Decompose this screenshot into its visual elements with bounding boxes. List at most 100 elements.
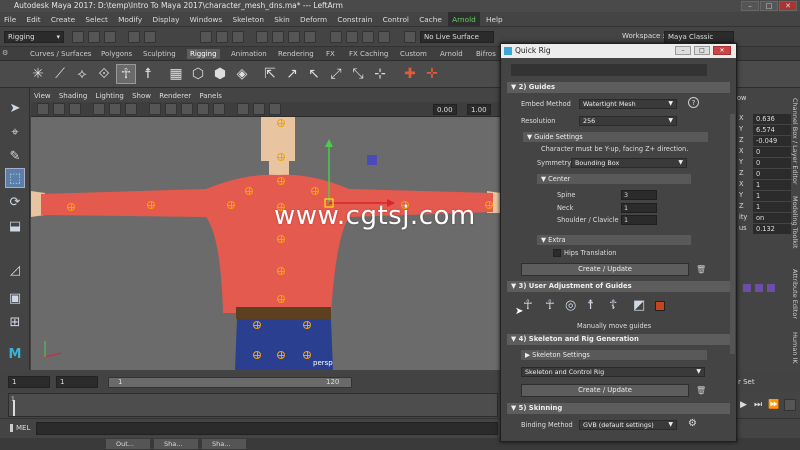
lattice-icon[interactable]: ▦	[166, 64, 186, 84]
play-forward-icon[interactable]: ▶	[740, 400, 747, 410]
time-slider[interactable]: 1	[8, 393, 498, 417]
mirror-guides-right-icon[interactable]: ☥	[545, 298, 555, 313]
section-center[interactable]: ▼ Center	[537, 174, 691, 184]
taskbar-outliner[interactable]: Out...	[106, 439, 150, 449]
taskbar-shader-1[interactable]: Sha...	[154, 439, 198, 449]
xray-joints-icon[interactable]	[269, 103, 281, 115]
playback-start-field[interactable]: 1	[56, 376, 98, 388]
guide-spine-2[interactable]	[277, 235, 285, 243]
layer-icon[interactable]	[755, 284, 763, 292]
skeleton-type-dropdown[interactable]: Skeleton and Control Rig ▼	[521, 367, 705, 377]
section-skeleton-settings[interactable]: ▶ Skeleton Settings	[521, 350, 707, 360]
workspace-dropdown[interactable]: Maya Classic	[664, 31, 734, 43]
taskbar-shader-2[interactable]: Sha...	[202, 439, 246, 449]
live-surface-field[interactable]: No Live Surface	[420, 31, 494, 43]
maximize-button[interactable]: □	[760, 1, 778, 11]
guide-shoulder-right[interactable]	[227, 201, 235, 209]
create-update-skeleton-button[interactable]: Create / Update	[521, 384, 689, 397]
ik-handle-icon[interactable]: ⟋	[50, 64, 70, 84]
tab-attribute-editor[interactable]: Attribute Editor	[785, 262, 799, 326]
menu-constrain[interactable]: Constrain	[333, 12, 376, 27]
remove-locator-icon[interactable]: ✛	[422, 64, 442, 84]
parent-constraint-icon[interactable]: ⤡	[348, 64, 368, 84]
section-skeleton-gen[interactable]: ▼ 4) Skeleton and Rig Generation	[507, 334, 730, 345]
guide-clavicle-right[interactable]	[245, 187, 253, 195]
layer-icon[interactable]	[767, 284, 775, 292]
snap-plane-icon[interactable]	[304, 31, 316, 43]
save-scene-icon[interactable]	[104, 31, 116, 43]
qr-scrollbar[interactable]	[730, 114, 735, 354]
pole-vector-icon[interactable]: ⊹	[370, 64, 390, 84]
open-scene-icon[interactable]	[88, 31, 100, 43]
tab-animation[interactable]: Animation	[231, 49, 267, 59]
trash-icon[interactable]: 🗑	[696, 386, 706, 395]
smooth-shade-icon[interactable]	[165, 103, 177, 115]
textured-icon[interactable]	[181, 103, 193, 115]
guide-wrist-right[interactable]	[67, 203, 75, 211]
current-time-marker[interactable]	[13, 400, 15, 416]
select-guides-icon[interactable]: ◎	[565, 298, 576, 313]
section-guides[interactable]: ▼ 2) Guides	[507, 82, 730, 93]
menu-cache[interactable]: Cache	[415, 12, 446, 27]
layer-icon[interactable]	[743, 284, 751, 292]
spine-count-field[interactable]: 3	[621, 190, 657, 200]
menu-edit[interactable]: Edit	[22, 12, 44, 27]
vp-menu-show[interactable]: Show	[129, 91, 154, 102]
quick-rig-titlebar[interactable]: Quick Rig – □ ✕	[501, 44, 736, 58]
guide-move-icon[interactable]: ◩	[633, 298, 645, 313]
history-icon[interactable]	[330, 31, 342, 43]
command-input[interactable]	[36, 422, 498, 435]
menu-create[interactable]: Create	[47, 12, 79, 27]
select-object-icon[interactable]	[216, 31, 228, 43]
vp-menu-shading[interactable]: Shading	[56, 91, 90, 102]
wire-icon[interactable]: ◈	[232, 64, 252, 84]
embed-method-dropdown[interactable]: Watertight Mesh ▼	[579, 99, 677, 109]
guide-knee-left[interactable]	[303, 351, 311, 359]
new-scene-icon[interactable]	[72, 31, 84, 43]
snap-point-icon[interactable]	[288, 31, 300, 43]
close-button[interactable]: ✕	[779, 1, 797, 11]
snap-curve-icon[interactable]	[272, 31, 284, 43]
neck-count-field[interactable]: 1	[621, 203, 657, 213]
menu-control[interactable]: Control	[379, 12, 413, 27]
tab-bifrost[interactable]: Bifros	[476, 49, 496, 59]
guide-clavicle-left[interactable]	[311, 187, 319, 195]
guide-hip-right[interactable]	[253, 321, 261, 329]
menu-arnold[interactable]: Arnold	[448, 12, 480, 27]
joint-tool-icon[interactable]: ✳	[28, 64, 48, 84]
bookmark-icon[interactable]	[69, 103, 81, 115]
cluster-icon[interactable]: ⬡	[188, 64, 208, 84]
menu-file[interactable]: File	[0, 12, 20, 27]
playback-options-icon[interactable]	[784, 399, 796, 411]
character-selector[interactable]	[511, 64, 707, 76]
four-view-icon[interactable]: ⊞	[5, 312, 25, 332]
bind-skin-icon[interactable]: ⟐	[94, 64, 114, 84]
qr-close-button[interactable]: ✕	[713, 46, 731, 55]
guide-hip-left[interactable]	[303, 321, 311, 329]
vp-menu-view[interactable]: View	[31, 91, 54, 102]
viewport-3d[interactable]: persp	[31, 117, 501, 370]
guide-knee-right[interactable]	[253, 351, 261, 359]
range-start-field[interactable]: 1	[8, 376, 50, 388]
tab-channel-box[interactable]: Channel Box / Layer Editor	[785, 96, 799, 186]
help-icon[interactable]: ?	[688, 97, 699, 108]
ipr-icon[interactable]	[362, 31, 374, 43]
wireframe-icon[interactable]	[149, 103, 161, 115]
tab-sculpting[interactable]: Sculpting	[143, 49, 176, 59]
menu-deform[interactable]: Deform	[296, 12, 331, 27]
select-component-icon[interactable]	[232, 31, 244, 43]
tab-modeling-toolkit[interactable]: Modeling Toolkit	[785, 190, 799, 254]
vp-menu-panels[interactable]: Panels	[196, 91, 225, 102]
film-gate-icon[interactable]	[109, 103, 121, 115]
single-view-icon[interactable]: ▣	[5, 288, 25, 308]
snap-grid-icon[interactable]	[256, 31, 268, 43]
lasso-tool-icon[interactable]: ⌖	[5, 122, 25, 142]
guide-visibility-icon[interactable]: ☨	[587, 298, 594, 313]
section-skinning[interactable]: ▼ 5) Skinning	[507, 403, 730, 414]
tab-polygons[interactable]: Polygons	[101, 49, 132, 59]
shelf-settings-icon[interactable]: ⚙	[2, 49, 8, 57]
range-slider[interactable]	[108, 377, 352, 388]
vp-menu-renderer[interactable]: Renderer	[156, 91, 194, 102]
shadows-icon[interactable]	[213, 103, 225, 115]
ik-spline-icon[interactable]: ⟡	[72, 64, 92, 84]
